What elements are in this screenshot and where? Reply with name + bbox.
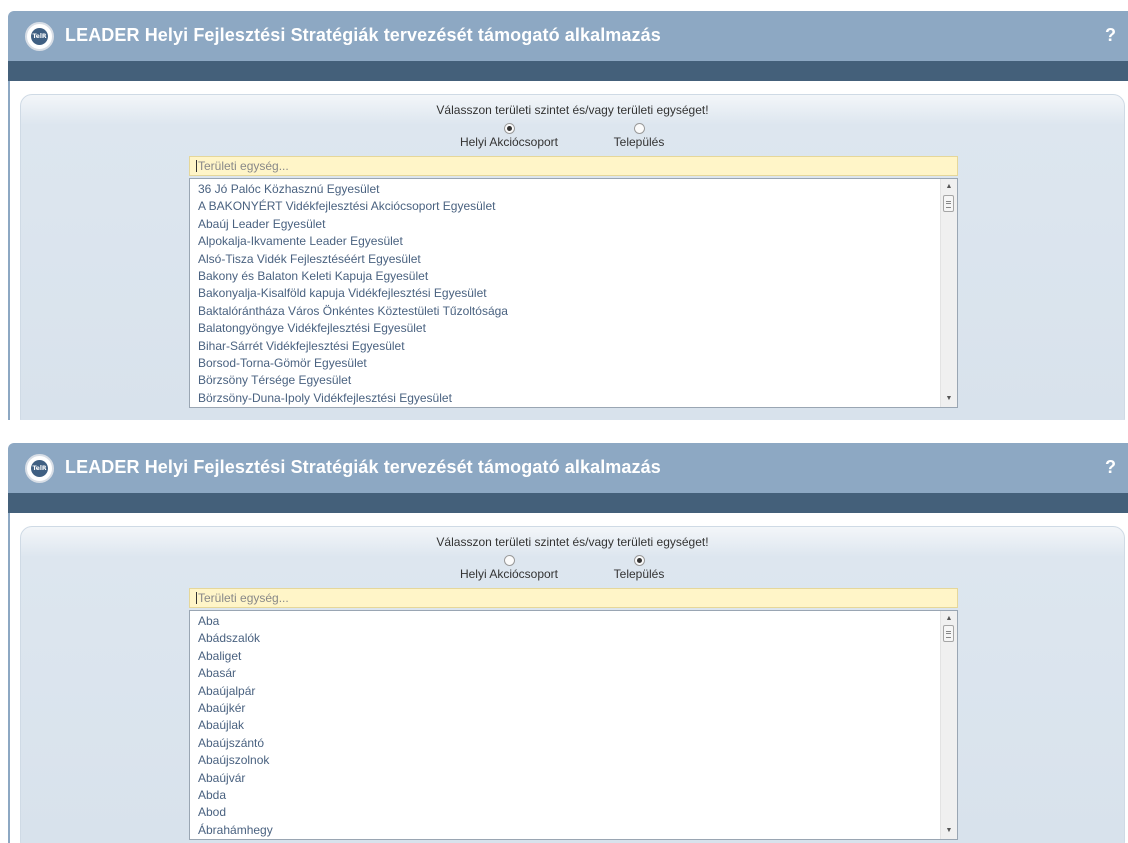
list-item[interactable]: Abaúj Leader Egyesület bbox=[190, 216, 940, 233]
list-item[interactable]: Borsod-Torna-Gömör Egyesület bbox=[190, 355, 940, 372]
logo-text: TelR bbox=[31, 28, 48, 45]
list-item[interactable]: Abod bbox=[190, 804, 940, 821]
left-border bbox=[8, 513, 10, 843]
list-item[interactable]: Alpokalja-Ikvamente Leader Egyesület bbox=[190, 233, 940, 250]
scroll-down-arrow-icon[interactable]: ▼ bbox=[941, 391, 957, 407]
help-button[interactable]: ? bbox=[1105, 457, 1116, 478]
screenshot-hac: TelR LEADER Helyi Fejlesztési Stratégiák… bbox=[0, 0, 1128, 420]
selection-prompt: Válasszon területi szintet és/vagy terül… bbox=[436, 535, 709, 549]
left-border bbox=[8, 81, 10, 420]
header-subbar bbox=[8, 61, 1128, 81]
scrollbar-thumb[interactable] bbox=[943, 195, 954, 212]
list-item[interactable]: Balatongyöngye Vidékfejlesztési Egyesüle… bbox=[190, 320, 940, 337]
header-subbar bbox=[8, 493, 1128, 513]
vertical-scrollbar[interactable]: ▲ ▼ bbox=[940, 611, 957, 839]
help-button[interactable]: ? bbox=[1105, 25, 1116, 46]
list-item[interactable]: Börzsöny Térsége Egyesület bbox=[190, 372, 940, 389]
text-caret bbox=[196, 160, 197, 172]
scroll-down-arrow-icon[interactable]: ▼ bbox=[941, 823, 957, 839]
list-item[interactable]: Bakony és Balaton Keleti Kapuja Egyesüle… bbox=[190, 268, 940, 285]
radio-helyi-akciocsoport[interactable]: Helyi Akciócsoport bbox=[449, 555, 569, 581]
list-item[interactable]: Abda bbox=[190, 787, 940, 804]
vertical-scrollbar[interactable]: ▲ ▼ bbox=[940, 179, 957, 407]
radio-helyi-akciocsoport[interactable]: Helyi Akciócsoport bbox=[449, 123, 569, 149]
text-caret bbox=[196, 592, 197, 604]
radio-telepules[interactable]: Település bbox=[589, 123, 689, 149]
app-title: LEADER Helyi Fejlesztési Stratégiák terv… bbox=[65, 25, 661, 45]
scrollbar-thumb[interactable] bbox=[943, 625, 954, 642]
list-item[interactable]: Baktalórántháza Város Önkéntes Köztestül… bbox=[190, 303, 940, 320]
radio-telepules[interactable]: Település bbox=[589, 555, 689, 581]
radio-label: Település bbox=[613, 567, 665, 581]
app-header: TelR LEADER Helyi Fejlesztési Stratégiák… bbox=[8, 443, 1128, 493]
list-item[interactable]: Abaújvár bbox=[190, 770, 940, 787]
unit-listbox[interactable]: Aba Abádszalók Abaliget Abasár Abaújalpá… bbox=[189, 610, 958, 840]
list-items: 36 Jó Palóc Közhasznú Egyesület A BAKONY… bbox=[190, 179, 940, 407]
app-title: LEADER Helyi Fejlesztési Stratégiák terv… bbox=[65, 457, 661, 477]
list-item[interactable]: Alsó-Tisza Vidék Fejlesztéséért Egyesüle… bbox=[190, 251, 940, 268]
unit-listbox[interactable]: 36 Jó Palóc Közhasznú Egyesület A BAKONY… bbox=[189, 178, 958, 408]
list-item[interactable]: Abaújlak bbox=[190, 717, 940, 734]
list-item[interactable]: Börzsöny-Duna-Ipoly Vidékfejlesztési Egy… bbox=[190, 390, 940, 407]
telir-logo-icon: TelR bbox=[25, 22, 54, 51]
list-items: Aba Abádszalók Abaliget Abasár Abaújalpá… bbox=[190, 611, 940, 839]
list-item[interactable]: Bihar-Sárrét Vidékfejlesztési Egyesület bbox=[190, 338, 940, 355]
list-item[interactable]: A BAKONYÉRT Vidékfejlesztési Akciócsopor… bbox=[190, 198, 940, 215]
list-item[interactable]: Abaújalpár bbox=[190, 683, 940, 700]
radio-button[interactable] bbox=[503, 555, 515, 566]
selection-panel: Válasszon területi szintet és/vagy terül… bbox=[20, 526, 1125, 843]
list-item[interactable]: Abaújszolnok bbox=[190, 752, 940, 769]
search-placeholder: Területi egység... bbox=[198, 159, 289, 173]
scroll-up-arrow-icon[interactable]: ▲ bbox=[941, 179, 957, 195]
list-item[interactable]: Abaújszántó bbox=[190, 735, 940, 752]
radio-label: Település bbox=[613, 135, 665, 149]
list-item[interactable]: Abaliget bbox=[190, 648, 940, 665]
list-item[interactable]: 36 Jó Palóc Közhasznú Egyesület bbox=[190, 181, 940, 198]
list-item[interactable]: Bakonyalja-Kisalföld kapuja Vidékfejlesz… bbox=[190, 285, 940, 302]
list-item[interactable]: Ábrahámhegy bbox=[190, 822, 940, 839]
radio-label: Helyi Akciócsoport bbox=[459, 567, 559, 581]
list-item[interactable]: Abaújkér bbox=[190, 700, 940, 717]
telir-logo-icon: TelR bbox=[25, 454, 54, 483]
list-item[interactable]: Abasár bbox=[190, 665, 940, 682]
radio-button[interactable] bbox=[633, 555, 645, 566]
screenshot-telepules: TelR LEADER Helyi Fejlesztési Stratégiák… bbox=[0, 432, 1128, 843]
list-item[interactable]: Abádszalók bbox=[190, 630, 940, 647]
radio-label: Helyi Akciócsoport bbox=[459, 135, 559, 149]
radio-button[interactable] bbox=[633, 123, 645, 134]
logo-text: TelR bbox=[31, 460, 48, 477]
selection-panel: Válasszon területi szintet és/vagy terül… bbox=[20, 94, 1125, 420]
app-header: TelR LEADER Helyi Fejlesztési Stratégiák… bbox=[8, 11, 1128, 61]
search-input[interactable]: Területi egység... bbox=[189, 588, 958, 608]
radio-button[interactable] bbox=[503, 123, 515, 134]
search-input[interactable]: Területi egység... bbox=[189, 156, 958, 176]
selection-prompt: Válasszon területi szintet és/vagy terül… bbox=[436, 103, 709, 117]
list-item[interactable]: Aba bbox=[190, 613, 940, 630]
search-placeholder: Területi egység... bbox=[198, 591, 289, 605]
